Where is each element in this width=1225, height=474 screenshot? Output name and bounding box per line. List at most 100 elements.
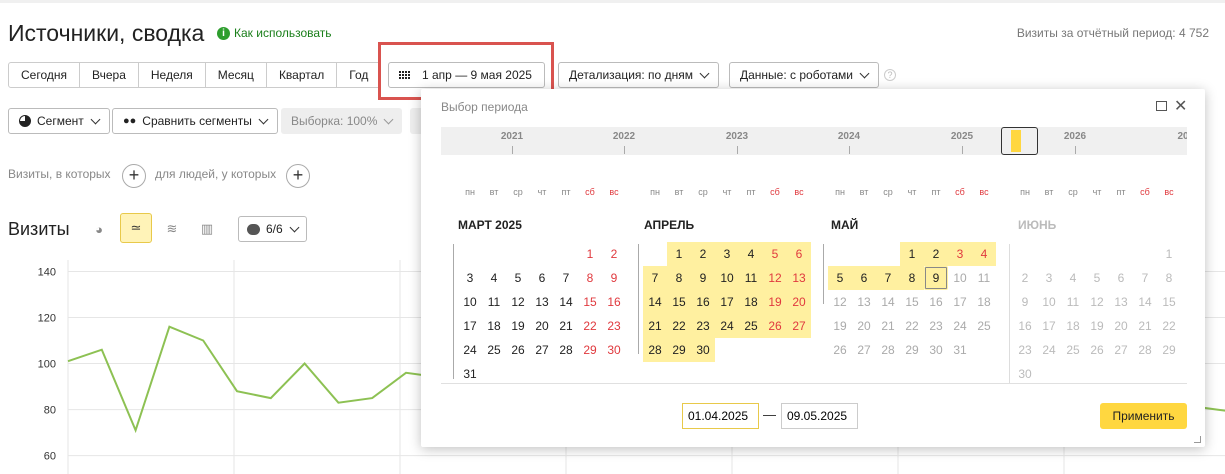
close-icon[interactable]: ✕ [1174, 96, 1187, 116]
calendar-day[interactable]: 20 [1109, 314, 1133, 338]
add-people-condition-button[interactable]: + [286, 164, 310, 188]
period-quarter[interactable]: Квартал [267, 63, 338, 87]
calendar-day[interactable]: 23 [1013, 338, 1037, 362]
help-icon[interactable]: ? [884, 69, 896, 81]
calendar-day[interactable]: 22 [667, 314, 691, 338]
calendar-day[interactable]: 27 [787, 314, 811, 338]
calendar-day[interactable]: 13 [530, 290, 554, 314]
calendar-day[interactable]: 16 [924, 290, 948, 314]
calendar-day[interactable]: 20 [530, 314, 554, 338]
calendar-day[interactable]: 30 [691, 338, 715, 362]
calendar-day[interactable]: 9 [1013, 290, 1037, 314]
calendar-day[interactable]: 6 [787, 242, 811, 266]
calendar-day[interactable]: 3 [948, 242, 972, 266]
calendar-day[interactable]: 29 [900, 338, 924, 362]
calendar-day[interactable]: 21 [1133, 314, 1157, 338]
calendar-day[interactable]: 3 [715, 242, 739, 266]
calendar-day[interactable]: 17 [715, 290, 739, 314]
calendar-day[interactable]: 11 [482, 290, 506, 314]
calendar-day[interactable]: 30 [924, 338, 948, 362]
period-week[interactable]: Неделя [139, 63, 206, 87]
calendar-day[interactable]: 5 [763, 242, 787, 266]
calendar-day[interactable]: 7 [876, 266, 900, 290]
maximize-icon[interactable] [1156, 101, 1167, 111]
timeline-handle[interactable] [1001, 127, 1038, 155]
calendar-day[interactable]: 24 [1037, 338, 1061, 362]
pie-chart-icon[interactable]: ◕ [88, 218, 110, 240]
calendar-day[interactable]: 8 [667, 266, 691, 290]
segment-dropdown[interactable]: Сегмент [8, 108, 110, 134]
calendar-day[interactable]: 1 [900, 242, 924, 266]
calendar-day[interactable]: 13 [787, 266, 811, 290]
calendar-day[interactable]: 26 [763, 314, 787, 338]
calendar-day[interactable]: 6 [1109, 266, 1133, 290]
bar-chart-icon[interactable]: ▥ [196, 218, 218, 240]
calendar-day[interactable]: 18 [972, 290, 996, 314]
calendar-day[interactable]: 28 [643, 338, 667, 362]
calendar-day[interactable]: 25 [972, 314, 996, 338]
calendar-day[interactable]: 1 [667, 242, 691, 266]
calendar-day[interactable]: 20 [852, 314, 876, 338]
calendar-day[interactable]: 23 [691, 314, 715, 338]
calendar-day[interactable]: 30 [602, 338, 626, 362]
calendar-day[interactable]: 26 [828, 338, 852, 362]
date-range-button[interactable]: 1 апр — 9 мая 2025 [388, 62, 545, 88]
year-timeline[interactable]: 2021 2022 2023 2024 2025 2026 20 [441, 127, 1187, 155]
calendar-day[interactable]: 3 [458, 266, 482, 290]
calendar-day[interactable]: 21 [554, 314, 578, 338]
calendar-day[interactable]: 13 [1109, 290, 1133, 314]
calendar-day[interactable]: 17 [948, 290, 972, 314]
calendar-day[interactable]: 4 [1061, 266, 1085, 290]
calendar-day[interactable]: 20 [787, 290, 811, 314]
calendar-day[interactable]: 23 [602, 314, 626, 338]
calendar-day[interactable]: 21 [643, 314, 667, 338]
calendar-day[interactable]: 1 [578, 242, 602, 266]
add-visit-condition-button[interactable]: + [122, 164, 146, 188]
calendar-day[interactable]: 21 [876, 314, 900, 338]
calendar-day[interactable]: 5 [506, 266, 530, 290]
calendar-day[interactable]: 28 [554, 338, 578, 362]
date-to-input[interactable] [781, 403, 858, 429]
calendar-day[interactable]: 18 [482, 314, 506, 338]
calendar-day[interactable]: 4 [972, 242, 996, 266]
calendar-day[interactable]: 26 [1085, 338, 1109, 362]
calendar-day[interactable]: 6 [852, 266, 876, 290]
line-chart-icon[interactable]: ≃ [120, 213, 152, 243]
calendar-day[interactable]: 18 [1061, 314, 1085, 338]
calendar-day[interactable]: 8 [578, 266, 602, 290]
calendar-day[interactable]: 17 [458, 314, 482, 338]
calendar-day[interactable]: 23 [924, 314, 948, 338]
calendar-day[interactable]: 9 [602, 266, 626, 290]
compare-segments-dropdown[interactable]: ●● Сравнить сегменты [112, 108, 278, 134]
calendar-day[interactable]: 29 [1157, 338, 1181, 362]
calendar-day[interactable]: 25 [1061, 338, 1085, 362]
calendar-day[interactable]: 6 [530, 266, 554, 290]
calendar-day[interactable]: 25 [739, 314, 763, 338]
calendar-day[interactable]: 4 [739, 242, 763, 266]
calendar-day[interactable]: 18 [739, 290, 763, 314]
calendar-day[interactable]: 27 [1109, 338, 1133, 362]
calendar-day[interactable]: 17 [1037, 314, 1061, 338]
calendar-day[interactable]: 5 [828, 266, 852, 290]
calendar-day[interactable]: 15 [578, 290, 602, 314]
period-year[interactable]: Год [337, 63, 380, 87]
calendar-day[interactable]: 7 [643, 266, 667, 290]
how-to-use-link[interactable]: i Как использовать [217, 26, 332, 40]
calendar-day[interactable]: 1 [1157, 242, 1181, 266]
calendar-day[interactable]: 12 [506, 290, 530, 314]
resize-handle[interactable] [1194, 436, 1201, 443]
calendar-day[interactable]: 19 [763, 290, 787, 314]
calendar-day[interactable]: 25 [482, 338, 506, 362]
calendar-day[interactable]: 2 [1013, 266, 1037, 290]
date-from-input[interactable] [682, 403, 759, 429]
calendar-day[interactable]: 26 [506, 338, 530, 362]
calendar-day[interactable]: 15 [900, 290, 924, 314]
calendar-day[interactable]: 19 [828, 314, 852, 338]
calendar-day[interactable]: 9 [691, 266, 715, 290]
calendar-day[interactable]: 4 [482, 266, 506, 290]
calendar-day[interactable]: 10 [715, 266, 739, 290]
calendar-day[interactable]: 28 [876, 338, 900, 362]
calendar-day[interactable]: 29 [578, 338, 602, 362]
data-dropdown[interactable]: Данные: с роботами [729, 62, 879, 88]
calendar-day[interactable]: 22 [578, 314, 602, 338]
